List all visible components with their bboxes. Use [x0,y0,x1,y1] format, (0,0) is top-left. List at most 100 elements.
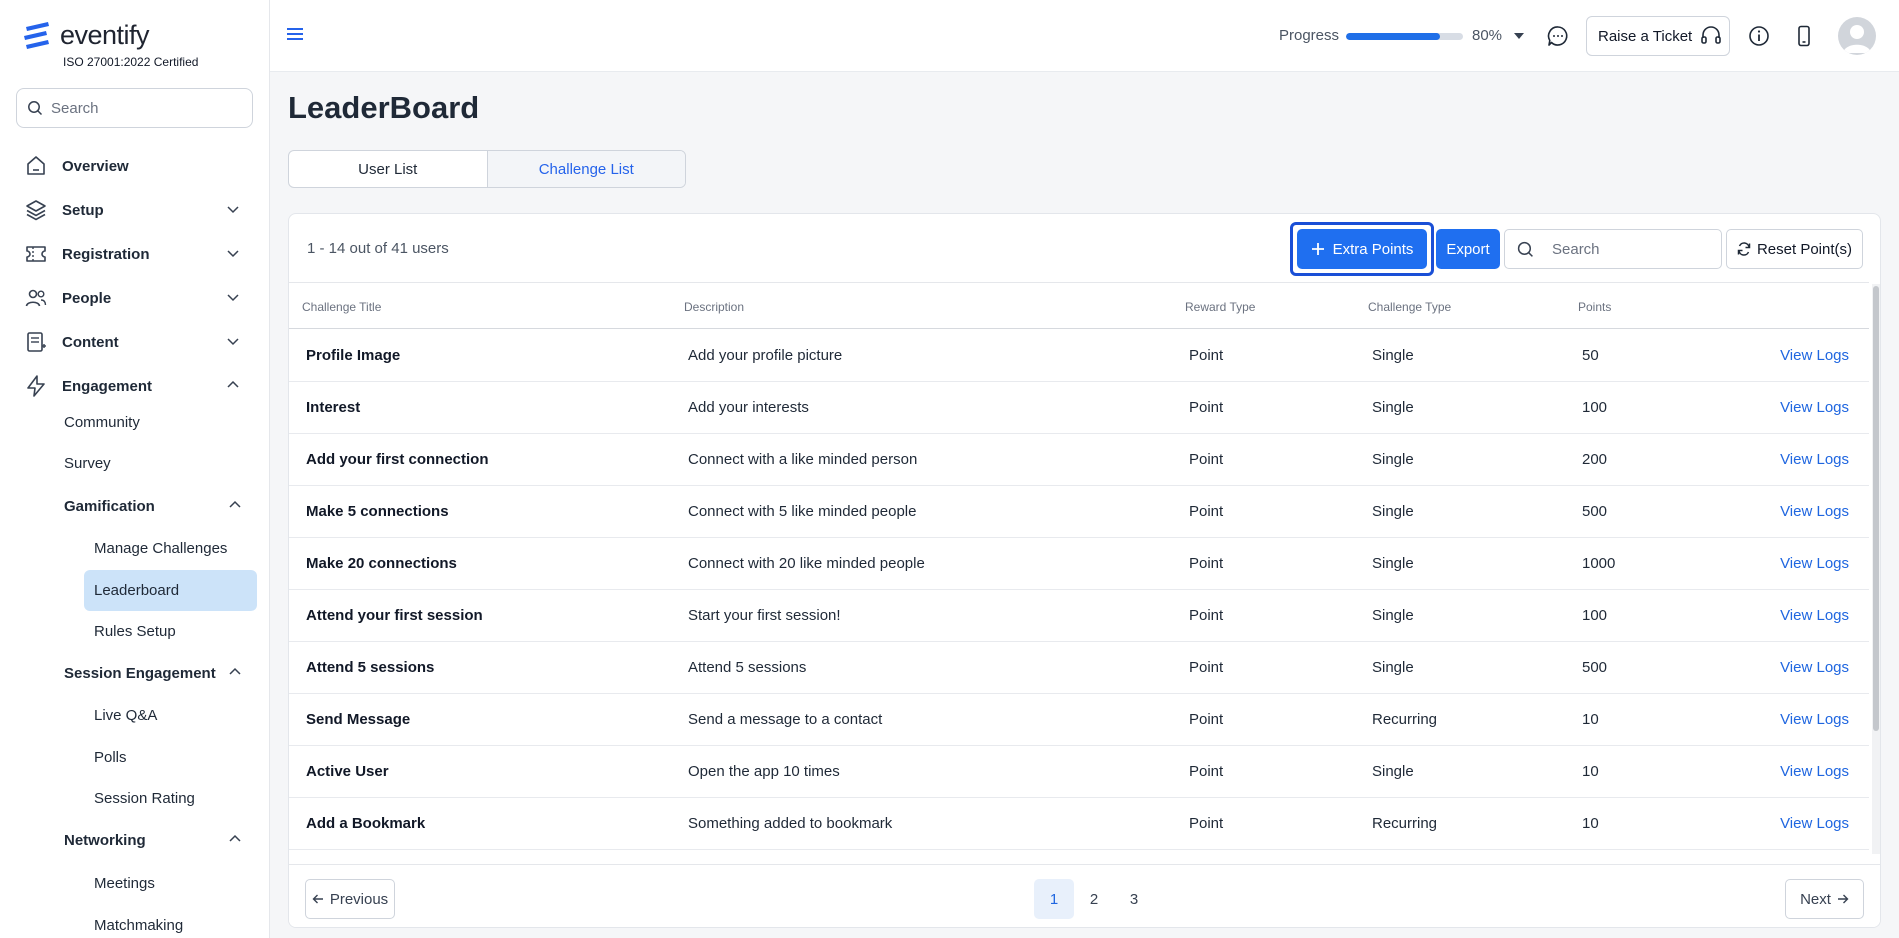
sidebar-item-community[interactable]: Community [64,414,140,431]
view-logs-link[interactable]: View Logs [1780,451,1849,468]
view-logs-link[interactable]: View Logs [1780,555,1849,572]
users-icon [25,289,47,307]
plus-icon [1311,243,1324,255]
sidebar-item-polls[interactable]: Polls [94,749,127,766]
table-row: Add your first connection Connect with a … [289,434,1869,486]
cell-challenge-type: Recurring [1372,815,1438,832]
view-logs-link[interactable]: View Logs [1780,711,1849,728]
chevron-up-icon[interactable] [228,834,242,844]
column-header-reward-type[interactable]: Reward Type [1185,300,1255,314]
sidebar-item-content[interactable]: Content [24,326,248,358]
search-icon [28,101,43,116]
sidebar-item-leaderboard[interactable]: Leaderboard [94,582,179,599]
table-row: Attend 5 sessions Attend 5 sessions Point S… [289,642,1869,694]
chevron-down-icon [227,294,239,302]
extra-points-button[interactable]: Extra Points [1297,229,1427,269]
column-header-description[interactable]: Description [684,300,744,314]
cell-points: 50 [1582,347,1599,364]
table-search[interactable] [1504,229,1722,269]
next-page-button[interactable]: Next [1785,879,1864,919]
view-logs-link[interactable]: View Logs [1780,763,1849,780]
caret-down-icon[interactable] [1514,33,1524,39]
view-logs-link[interactable]: View Logs [1780,815,1849,832]
cell-description: Attend 5 sessions [688,659,807,676]
column-header-points[interactable]: Points [1578,300,1611,314]
sidebar-item-label: People [62,289,112,307]
cell-points: 1000 [1582,555,1616,572]
table-header: Challenge Title Description Reward Type … [289,282,1869,329]
tab-user-list[interactable]: User List [289,151,488,187]
info-icon[interactable] [1747,24,1771,48]
page-1-button[interactable]: 1 [1034,879,1074,919]
sidebar-item-overview[interactable]: Overview [24,150,248,182]
search-icon [1517,241,1533,257]
menu-icon[interactable] [286,26,304,42]
table-row: Add a Bookmark Something added to bookmar… [289,798,1869,850]
cell-reward-type: Point [1189,711,1224,728]
reset-points-label: Reset Point(s) [1756,240,1853,258]
cell-challenge-type: Single [1372,347,1414,364]
view-logs-link[interactable]: View Logs [1780,659,1849,676]
table-search-input[interactable] [1552,240,1712,258]
cell-points: 500 [1582,503,1608,520]
sidebar-item-engagement[interactable]: Engagement [24,370,248,402]
results-count: 1 - 14 out of 41 users [307,240,449,257]
cell-challenge-type: Single [1372,607,1414,624]
sidebar: eventify ISO 27001:2022 Certified Overvi… [0,0,270,938]
sidebar-item-networking[interactable]: Networking [64,832,146,849]
page-3-button[interactable]: 3 [1114,879,1154,919]
table-scrollbar-thumb[interactable] [1873,286,1879,731]
cell-challenge-type: Single [1372,763,1414,780]
column-header-challenge-title[interactable]: Challenge Title [302,300,381,314]
sidebar-item-survey[interactable]: Survey [64,455,111,472]
view-logs-link[interactable]: View Logs [1780,399,1849,416]
sidebar-item-label: Registration [62,245,150,263]
certification-text: ISO 27001:2022 Certified [63,55,199,69]
sidebar-item-registration[interactable]: Registration [24,238,248,270]
chevron-up-icon[interactable] [228,667,242,677]
column-header-challenge-type[interactable]: Challenge Type [1368,300,1451,314]
avatar[interactable] [1838,17,1876,55]
cell-challenge-type: Single [1372,503,1414,520]
table-row: Make 20 connections Connect with 20 like … [289,538,1869,590]
cell-points: 100 [1582,399,1608,416]
sidebar-item-live-qa[interactable]: Live Q&A [94,707,157,724]
cell-reward-type: Point [1189,555,1224,572]
sidebar-item-setup[interactable]: Setup [24,194,248,226]
progress-label: Progress [1279,27,1340,44]
arrow-right-icon [1837,894,1849,904]
brand-logo[interactable]: eventify [22,20,150,51]
sidebar-item-session-rating[interactable]: Session Rating [94,790,195,807]
table-row: Make 5 connections Connect with 5 like mi… [289,486,1869,538]
view-logs-link[interactable]: View Logs [1780,503,1849,520]
cell-points: 500 [1582,659,1608,676]
sidebar-item-session-engagement[interactable]: Session Engagement [64,665,216,682]
view-logs-link[interactable]: View Logs [1780,347,1849,364]
mobile-icon[interactable] [1792,24,1816,48]
sidebar-item-manage-challenges[interactable]: Manage Challenges [94,540,227,557]
export-button[interactable]: Export [1436,229,1500,269]
sidebar-item-gamification[interactable]: Gamification [64,498,155,515]
sidebar-item-people[interactable]: People [24,282,248,314]
table-row: Active User Open the app 10 times Point Sin… [289,746,1869,798]
chevron-up-icon[interactable] [228,500,242,510]
sidebar-item-meetings[interactable]: Meetings [94,875,155,892]
cell-challenge-title: Send Message [306,711,411,728]
view-logs-link[interactable]: View Logs [1780,607,1849,624]
sidebar-item-rules-setup[interactable]: Rules Setup [94,623,176,640]
previous-page-button[interactable]: Previous [305,879,395,919]
sidebar-search-input[interactable] [51,99,231,117]
chat-icon[interactable] [1546,24,1570,48]
lightning-icon [27,375,45,397]
cell-challenge-title: Attend your first session [306,607,483,624]
progress-percent: 80% [1472,27,1503,44]
sidebar-search[interactable] [16,88,253,128]
layers-icon [26,200,46,221]
sidebar-item-label: Overview [62,157,129,175]
tab-challenge-list[interactable]: Challenge List [487,151,685,187]
page-2-button[interactable]: 2 [1074,879,1114,919]
sidebar-item-matchmaking[interactable]: Matchmaking [94,917,183,934]
raise-ticket-button[interactable]: Raise a Ticket [1586,16,1730,56]
reset-points-button[interactable]: Reset Point(s) [1726,229,1863,269]
cell-points: 10 [1582,711,1599,728]
